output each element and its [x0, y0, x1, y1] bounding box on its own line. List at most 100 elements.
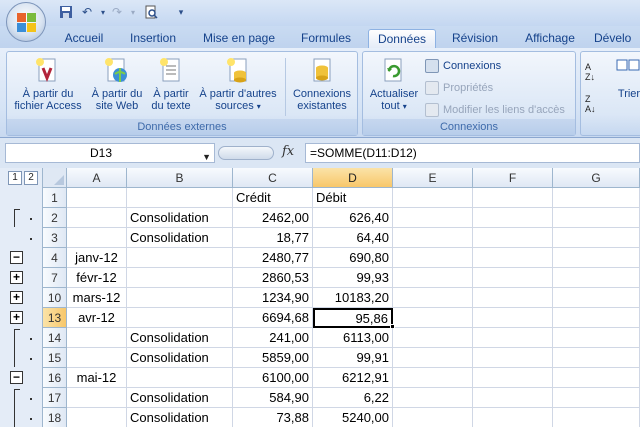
existing-connections-button[interactable]: Connexions existantes	[287, 54, 357, 112]
connections-button[interactable]: Connexions	[425, 57, 501, 75]
cell-b[interactable]: Consolidation	[127, 348, 233, 368]
cell-a[interactable]	[67, 328, 127, 348]
cell-a[interactable]	[67, 388, 127, 408]
cell-e[interactable]	[393, 348, 473, 368]
column-header-d[interactable]: D	[313, 168, 393, 188]
insert-function-icon[interactable]: fx	[282, 144, 294, 159]
cell-e[interactable]	[393, 268, 473, 288]
from-text-button[interactable]: À partir du texte	[147, 54, 195, 112]
cell-a[interactable]	[67, 348, 127, 368]
row-header[interactable]: 4	[43, 248, 67, 268]
cell-g[interactable]	[553, 368, 640, 388]
cell-b[interactable]	[127, 268, 233, 288]
cell-e[interactable]	[393, 208, 473, 228]
cell-g[interactable]	[553, 208, 640, 228]
refresh-all-button[interactable]: Actualiser tout ▾	[365, 54, 423, 113]
tab-revision[interactable]: Révision	[446, 29, 504, 48]
tab-affichage[interactable]: Affichage	[516, 29, 584, 48]
outline-level-1-button[interactable]: 1	[8, 171, 22, 185]
cell-b[interactable]: Consolidation	[127, 388, 233, 408]
cell-a[interactable]	[67, 408, 127, 427]
cell-c[interactable]: 6100,00	[233, 368, 313, 388]
cell-d[interactable]: 5240,00	[313, 408, 393, 427]
sort-button[interactable]: Trier	[609, 54, 640, 100]
column-header-b[interactable]: B	[127, 168, 233, 188]
from-access-button[interactable]: À partir du fichier Access	[11, 54, 85, 112]
cell-g[interactable]	[553, 228, 640, 248]
expand-group-button[interactable]: +	[10, 291, 23, 304]
cell-f[interactable]	[473, 368, 553, 388]
column-header-g[interactable]: G	[553, 168, 640, 188]
cell-f[interactable]	[473, 328, 553, 348]
tab-formules[interactable]: Formules	[294, 29, 358, 48]
cell-f[interactable]	[473, 388, 553, 408]
cell-e[interactable]	[393, 388, 473, 408]
cell-f[interactable]	[473, 288, 553, 308]
cell-f[interactable]	[473, 348, 553, 368]
cell-d[interactable]: 690,80	[313, 248, 393, 268]
cell-b[interactable]	[127, 288, 233, 308]
cell-c[interactable]: 2480,77	[233, 248, 313, 268]
expand-group-button[interactable]: +	[10, 271, 23, 284]
cell-b[interactable]: Consolidation	[127, 408, 233, 427]
cell-c[interactable]: Crédit	[233, 188, 313, 208]
cell-g[interactable]	[553, 288, 640, 308]
row-header[interactable]: 2	[43, 208, 67, 228]
sort-ascending-icon[interactable]: A Z↓	[585, 62, 595, 82]
cell-f[interactable]	[473, 308, 553, 328]
cell-b[interactable]: Consolidation	[127, 208, 233, 228]
cell-g[interactable]	[553, 328, 640, 348]
tab-mise-en-page[interactable]: Mise en page	[196, 29, 282, 48]
column-header-e[interactable]: E	[393, 168, 473, 188]
cell-e[interactable]	[393, 228, 473, 248]
column-header-c[interactable]: C	[233, 168, 313, 188]
redo-dropdown-icon[interactable]: ▾	[124, 4, 142, 20]
cell-a[interactable]	[67, 188, 127, 208]
cell-e[interactable]	[393, 188, 473, 208]
tab-donnees[interactable]: Données	[368, 29, 436, 48]
cell-c[interactable]: 73,88	[233, 408, 313, 427]
cell-e[interactable]	[393, 328, 473, 348]
expand-group-button[interactable]: +	[10, 311, 23, 324]
cell-a[interactable]: janv-12	[67, 248, 127, 268]
print-preview-icon[interactable]	[142, 4, 160, 20]
cell-g[interactable]	[553, 248, 640, 268]
office-button[interactable]	[6, 2, 46, 42]
cell-g[interactable]	[553, 388, 640, 408]
row-header[interactable]: 14	[43, 328, 67, 348]
cell-a[interactable]: mars-12	[67, 288, 127, 308]
cell-b[interactable]	[127, 248, 233, 268]
tab-developpeur[interactable]: Dévelo	[594, 29, 640, 48]
row-header[interactable]: 18	[43, 408, 67, 427]
cell-g[interactable]	[553, 188, 640, 208]
cell-c[interactable]: 2462,00	[233, 208, 313, 228]
outline-level-2-button[interactable]: 2	[24, 171, 38, 185]
cell-e[interactable]	[393, 408, 473, 427]
cell-d[interactable]: 6113,00	[313, 328, 393, 348]
cell-c[interactable]: 6694,68	[233, 308, 313, 328]
cell-d[interactable]: 626,40	[313, 208, 393, 228]
cell-b[interactable]: Consolidation	[127, 328, 233, 348]
select-all-corner[interactable]	[43, 168, 67, 188]
column-header-a[interactable]: A	[67, 168, 127, 188]
from-web-button[interactable]: À partir du site Web	[87, 54, 147, 112]
cell-d[interactable]: 6,22	[313, 388, 393, 408]
cell-c[interactable]: 241,00	[233, 328, 313, 348]
cell-b[interactable]	[127, 188, 233, 208]
cell-c[interactable]: 2860,53	[233, 268, 313, 288]
tab-accueil[interactable]: Accueil	[56, 29, 112, 48]
cell-f[interactable]	[473, 248, 553, 268]
row-header[interactable]: 15	[43, 348, 67, 368]
cell-d[interactable]: 10183,20	[313, 288, 393, 308]
cell-d[interactable]: 99,91	[313, 348, 393, 368]
cell-f[interactable]	[473, 188, 553, 208]
cell-c[interactable]: 5859,00	[233, 348, 313, 368]
row-header[interactable]: 16	[43, 368, 67, 388]
cell-b[interactable]: Consolidation	[127, 228, 233, 248]
row-header[interactable]: 7	[43, 268, 67, 288]
cell-c[interactable]: 1234,90	[233, 288, 313, 308]
cell-d[interactable]: 64,40	[313, 228, 393, 248]
cell-a[interactable]: mai-12	[67, 368, 127, 388]
row-header[interactable]: 17	[43, 388, 67, 408]
cell-g[interactable]	[553, 408, 640, 427]
